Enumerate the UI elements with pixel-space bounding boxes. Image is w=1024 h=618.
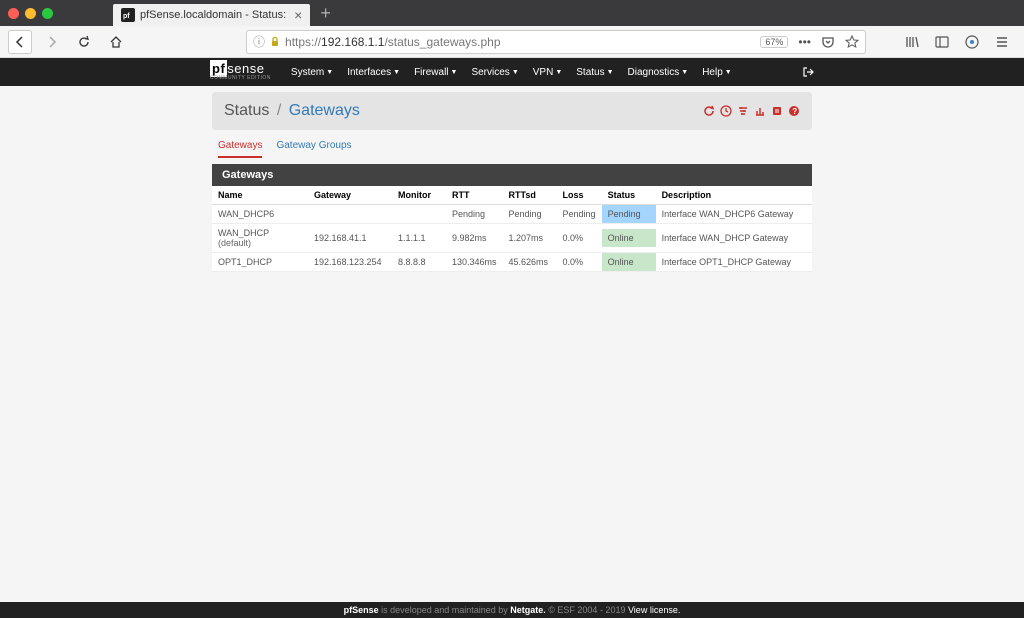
cell-monitor: 1.1.1.1 [392,224,446,253]
save-icon[interactable] [720,105,732,117]
cell-description: Interface WAN_DHCP6 Gateway [656,205,812,224]
view-license-link[interactable]: View license. [628,605,680,615]
menu-interfaces[interactable]: Interfaces▼ [347,67,400,78]
col-monitor: Monitor [392,186,446,205]
log-icon[interactable] [771,105,783,117]
filter-icon[interactable] [737,105,749,117]
url-bar-actions: ••• [798,35,859,49]
home-button[interactable] [104,30,128,54]
col-status: Status [602,186,656,205]
col-gateway: Gateway [308,186,392,205]
bookmark-star-icon[interactable] [845,35,859,49]
cell-description: Interface OPT1_DHCP Gateway [656,253,812,272]
table-row: OPT1_DHCP 192.168.123.2548.8.8.8130.346m… [212,253,812,272]
menu-services[interactable]: Services▼ [471,67,518,78]
back-button[interactable] [8,30,32,54]
col-rttsd: RTTsd [503,186,557,205]
menu-diagnostics[interactable]: Diagnostics▼ [628,67,689,78]
table-row: WAN_DHCP (default)192.168.41.11.1.1.19.9… [212,224,812,253]
cell-rttsd: Pending [503,205,557,224]
cell-description: Interface WAN_DHCP Gateway [656,224,812,253]
maximize-window-button[interactable] [42,8,53,19]
pocket-icon[interactable] [821,35,835,49]
chart-icon[interactable] [754,105,766,117]
forward-button[interactable] [40,30,64,54]
url-text: https://192.168.1.1/status_gateways.php [285,35,754,49]
reload-button[interactable] [72,30,96,54]
svg-text:pf: pf [123,13,130,20]
cell-monitor: 8.8.8.8 [392,253,446,272]
table-header-row: Name Gateway Monitor RTT RTTsd Loss Stat… [212,186,812,205]
menu-vpn[interactable]: VPN▼ [533,67,563,78]
extension-icon[interactable] [964,34,980,50]
footer: pfSense is developed and maintained by N… [0,602,1024,618]
pfsense-navbar: pfsense COMMUNITY EDITION System▼ Interf… [0,58,1024,86]
gateways-table: Name Gateway Monitor RTT RTTsd Loss Stat… [212,186,812,272]
new-tab-button[interactable]: + [320,3,331,24]
col-name: Name [212,186,308,205]
cell-loss: Pending [557,205,602,224]
cell-loss: 0.0% [557,253,602,272]
cell-status: Online [602,253,656,272]
cell-rttsd: 45.626ms [503,253,557,272]
info-icon[interactable]: ⓘ [253,33,265,50]
sidebar-icon[interactable] [934,34,950,50]
address-bar[interactable]: ⓘ https://192.168.1.1/status_gateways.ph… [246,30,866,54]
toolbar-right-icons [904,34,1010,50]
menu-help[interactable]: Help▼ [702,67,732,78]
cell-monitor [392,205,446,224]
zoom-badge[interactable]: 67% [760,36,788,48]
table-row: WAN_DHCP6 PendingPendingPendingPendingIn… [212,205,812,224]
library-icon[interactable] [904,34,920,50]
cell-rttsd: 1.207ms [503,224,557,253]
browser-tab-active[interactable]: pf pfSense.localdomain - Status: × [113,4,310,26]
tab-gateway-groups[interactable]: Gateway Groups [276,140,351,158]
subtabs: Gateways Gateway Groups [218,140,812,158]
cell-name: WAN_DHCP6 [212,205,308,224]
page-header: Status / Gateways ? [212,92,812,130]
more-icon[interactable]: ••• [798,35,811,49]
logout-icon[interactable] [802,66,814,78]
cell-rtt: Pending [446,205,503,224]
cell-name: WAN_DHCP (default) [212,224,308,253]
cell-gateway: 192.168.123.254 [308,253,392,272]
menu-firewall[interactable]: Firewall▼ [414,67,457,78]
pfsense-favicon: pf [121,8,135,22]
menu-system[interactable]: System▼ [291,67,333,78]
cell-loss: 0.0% [557,224,602,253]
close-tab-icon[interactable]: × [294,7,302,23]
menu-status[interactable]: Status▼ [576,67,613,78]
browser-tab-bar: pf pfSense.localdomain - Status: × + [0,0,1024,26]
cell-name: OPT1_DHCP [212,253,308,272]
lock-warning-icon[interactable] [269,36,281,48]
menu-icon[interactable] [994,34,1010,50]
minimize-window-button[interactable] [25,8,36,19]
browser-toolbar: ⓘ https://192.168.1.1/status_gateways.ph… [0,26,1024,58]
tab-gateways[interactable]: Gateways [218,140,262,158]
col-loss: Loss [557,186,602,205]
breadcrumb: Status / Gateways [224,102,360,120]
cell-gateway [308,205,392,224]
cell-status: Online [602,224,656,253]
pfsense-logo[interactable]: pfsense COMMUNITY EDITION [210,63,271,80]
svg-text:?: ? [792,107,797,116]
cell-status: Pending [602,205,656,224]
header-actions: ? [703,105,800,117]
col-rtt: RTT [446,186,503,205]
breadcrumb-current: Gateways [289,102,360,119]
cell-gateway: 192.168.41.1 [308,224,392,253]
panel-title: Gateways [212,164,812,186]
main-menu: System▼ Interfaces▼ Firewall▼ Services▼ … [291,67,732,78]
tab-title: pfSense.localdomain - Status: [140,9,286,21]
breadcrumb-parent[interactable]: Status [224,102,269,119]
cell-rtt: 9.982ms [446,224,503,253]
col-description: Description [656,186,812,205]
window-controls [8,8,53,19]
help-icon[interactable]: ? [788,105,800,117]
close-window-button[interactable] [8,8,19,19]
refresh-icon[interactable] [703,105,715,117]
navigation-buttons [8,30,128,54]
cell-rtt: 130.346ms [446,253,503,272]
